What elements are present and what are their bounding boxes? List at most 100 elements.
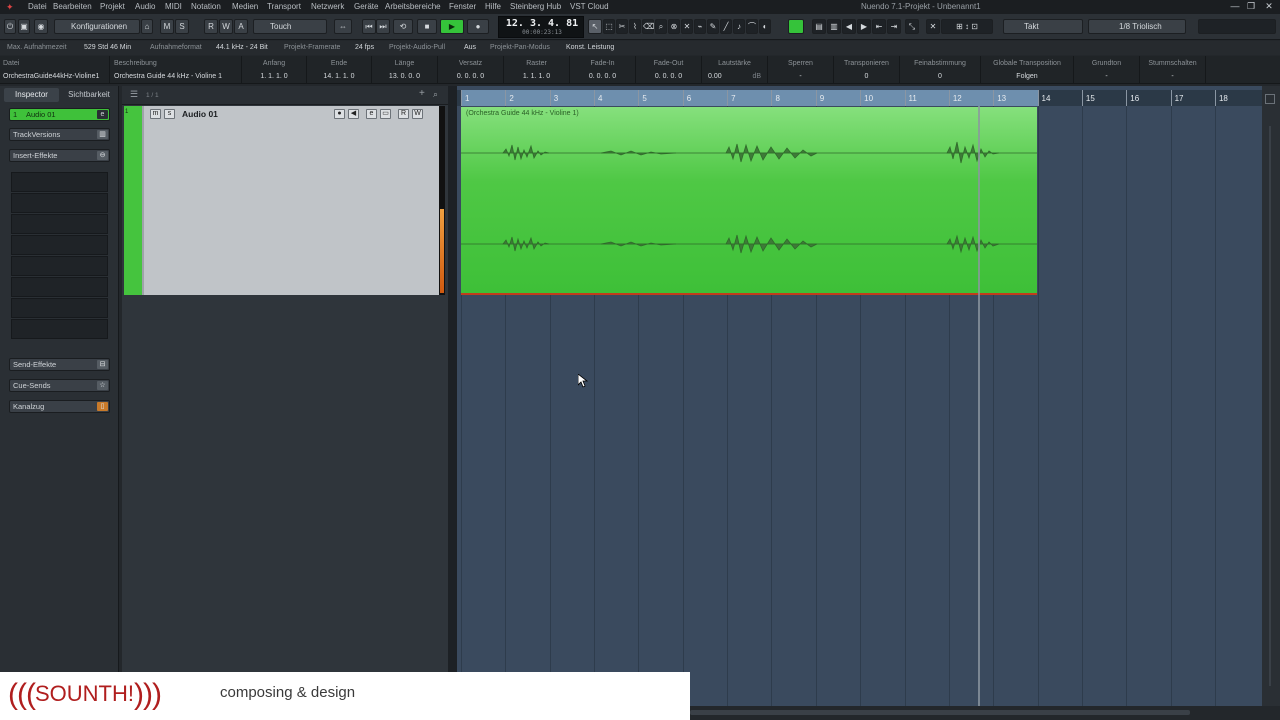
info-snap[interactable]: Raster 1. 1. 1. 0	[504, 56, 570, 84]
range-tool-icon[interactable]: ⬚	[603, 19, 615, 34]
insert-slot[interactable]	[11, 256, 108, 276]
quantize-select[interactable]: 1/8 Triolisch	[1088, 19, 1186, 34]
insert-slot[interactable]	[11, 277, 108, 297]
track-name[interactable]: Audio 01	[182, 109, 218, 119]
drumstick-tool-icon[interactable]: ⌒	[746, 19, 758, 34]
info-start[interactable]: Anfang 1. 1. 1. 0	[242, 56, 307, 84]
info-mute[interactable]: Stummschalten -	[1140, 56, 1206, 84]
minimize-button[interactable]: —	[1228, 1, 1242, 12]
ruler[interactable]: 1 2 3 4 5 6 7 8 9 10 11 12 13 14 15 16 17 18	[457, 90, 1262, 106]
channel-strip-icon[interactable]: ▯	[97, 402, 108, 411]
transport-mid-icon[interactable]: ▥	[827, 19, 841, 34]
time-display[interactable]: 12. 3. 4. 81 00:00:23:13	[498, 16, 584, 38]
inspector-section-inserts[interactable]: Insert-Effekte ⊖	[9, 149, 110, 162]
loop-start-icon[interactable]: ⇤	[872, 19, 886, 34]
versions-icon[interactable]: ▥	[97, 130, 108, 139]
track-write-button[interactable]: W	[412, 109, 423, 119]
timewarp-tool-icon[interactable]: ⌁	[694, 19, 706, 34]
draw-tool-icon[interactable]: ✎	[707, 19, 719, 34]
info-length[interactable]: Länge 13. 0. 0. 0	[372, 56, 438, 84]
color-swatch-button[interactable]	[788, 19, 804, 34]
line-tool-icon[interactable]: ╱	[720, 19, 732, 34]
track-mute-button[interactable]: m	[150, 109, 161, 119]
event-display[interactable]: 1 2 3 4 5 6 7 8 9 10 11 12 13 14 15 16 17 18 (Orchestra G…	[457, 86, 1262, 706]
loop-end-icon[interactable]: ⇥	[887, 19, 901, 34]
next-marker-icon[interactable]: ⏭	[376, 19, 390, 34]
edit-channel-icon[interactable]: e	[97, 110, 108, 119]
comp-tool-icon[interactable]: ⊗	[668, 19, 680, 34]
menu-bearbeiten[interactable]: Bearbeiten	[53, 0, 92, 14]
track-color-strip[interactable]	[124, 106, 142, 295]
cycle-icon[interactable]: ⟲	[393, 19, 413, 34]
vertical-scrollbar[interactable]	[1262, 86, 1280, 706]
info-fade-out[interactable]: Fade-Out 0. 0. 0. 0	[636, 56, 702, 84]
constrain-delay-icon[interactable]: ▣	[18, 19, 30, 34]
menu-midi[interactable]: MIDI	[165, 0, 182, 14]
pan-mode-value[interactable]: Konst. Leistung	[566, 41, 614, 55]
glue-tool-icon[interactable]: ⌇	[629, 19, 641, 34]
snap-mode-select[interactable]: Takt	[1003, 19, 1083, 34]
audio-pull-value[interactable]: Aus	[464, 41, 476, 55]
menu-projekt[interactable]: Projekt	[100, 0, 125, 14]
read-all-button[interactable]: R	[204, 19, 218, 34]
inspector-section-channel-strip[interactable]: Kanalzug ▯	[9, 400, 110, 413]
horizontal-scroll-thumb[interactable]	[690, 710, 1190, 715]
inspector-section-trackversions[interactable]: TrackVersions ▥	[9, 128, 110, 141]
configurations-button[interactable]: Konfigurationen	[54, 19, 140, 34]
prev-marker-icon[interactable]: ⏮	[362, 19, 376, 34]
grid-type-select[interactable]: ⊞ ↕ ⊡	[941, 19, 993, 34]
mute-tool-icon[interactable]: ✕	[681, 19, 693, 34]
inspector-section-sends[interactable]: Send-Effekte ⊟	[9, 358, 110, 371]
track-row[interactable]: 1 m s Audio 01 ● ◀ e ▭ R W	[124, 106, 442, 295]
menu-geraete[interactable]: Geräte	[354, 0, 378, 14]
info-transpose[interactable]: Transponieren 0	[834, 56, 900, 84]
tab-inspector[interactable]: Inspector	[4, 88, 59, 102]
track-edit-button[interactable]: e	[366, 109, 377, 119]
add-track-icon[interactable]: +	[419, 88, 425, 99]
automation-mode-select[interactable]: Touch	[253, 19, 327, 34]
object-select-tool-icon[interactable]: ↖	[588, 19, 602, 34]
framerate-value[interactable]: 24 fps	[355, 41, 374, 55]
menu-audio[interactable]: Audio	[135, 0, 155, 14]
insert-slot[interactable]	[11, 235, 108, 255]
menu-fenster[interactable]: Fenster	[449, 0, 476, 14]
app-logo-icon[interactable]: ✦	[6, 0, 14, 14]
write-all-button[interactable]: W	[219, 19, 233, 34]
insert-slot[interactable]	[11, 172, 108, 192]
nudge-icon[interactable]: ⇔	[334, 19, 352, 34]
menu-medien[interactable]: Medien	[232, 0, 258, 14]
media-bay-field[interactable]	[1198, 19, 1276, 34]
insert-slot[interactable]	[11, 193, 108, 213]
stop-button[interactable]: ■	[417, 19, 437, 34]
insert-slot[interactable]	[11, 298, 108, 318]
zoom-menu-icon[interactable]	[1265, 94, 1275, 104]
lock-icon[interactable]: ⌂	[141, 19, 153, 34]
color-tool-icon[interactable]: ◐	[759, 19, 771, 34]
info-offset[interactable]: Versatz 0. 0. 0. 0	[438, 56, 504, 84]
restore-button[interactable]: ❐	[1244, 1, 1258, 12]
inserts-bypass-icon[interactable]: ⊖	[97, 151, 108, 160]
track-solo-button[interactable]: s	[164, 109, 175, 119]
audio-event[interactable]: (Orchestra Guide 44 kHz - Violine 1)	[461, 107, 1037, 295]
track-versions-button[interactable]: ▭	[380, 109, 391, 119]
info-fade-in[interactable]: Fade-In 0. 0. 0. 0	[570, 56, 636, 84]
auto-scroll-icon[interactable]: ⤡	[905, 19, 919, 34]
menu-arbeitsbereiche[interactable]: Arbeitsbereiche	[385, 0, 441, 14]
zoom-tool-icon[interactable]: ⌕	[655, 19, 667, 34]
rewind-icon[interactable]: ◀	[842, 19, 856, 34]
menu-transport[interactable]: Transport	[267, 0, 301, 14]
info-lock[interactable]: Sperren -	[768, 56, 834, 84]
menu-vst-cloud[interactable]: VST Cloud	[570, 0, 609, 14]
sends-icon[interactable]: ⊟	[97, 360, 108, 369]
panel-divider[interactable]	[448, 86, 457, 672]
insert-slot[interactable]	[11, 319, 108, 339]
insert-slot[interactable]	[11, 214, 108, 234]
forward-icon[interactable]: ▶	[857, 19, 871, 34]
search-icon[interactable]: ⌕	[433, 89, 438, 100]
menu-notation[interactable]: Notation	[191, 0, 221, 14]
play-tool-icon[interactable]: ♪	[733, 19, 745, 34]
automation-all-button[interactable]: A	[234, 19, 248, 34]
info-root-key[interactable]: Grundton -	[1074, 56, 1140, 84]
vertical-zoom-track[interactable]	[1269, 126, 1271, 686]
menu-steinberg-hub[interactable]: Steinberg Hub	[510, 0, 561, 14]
